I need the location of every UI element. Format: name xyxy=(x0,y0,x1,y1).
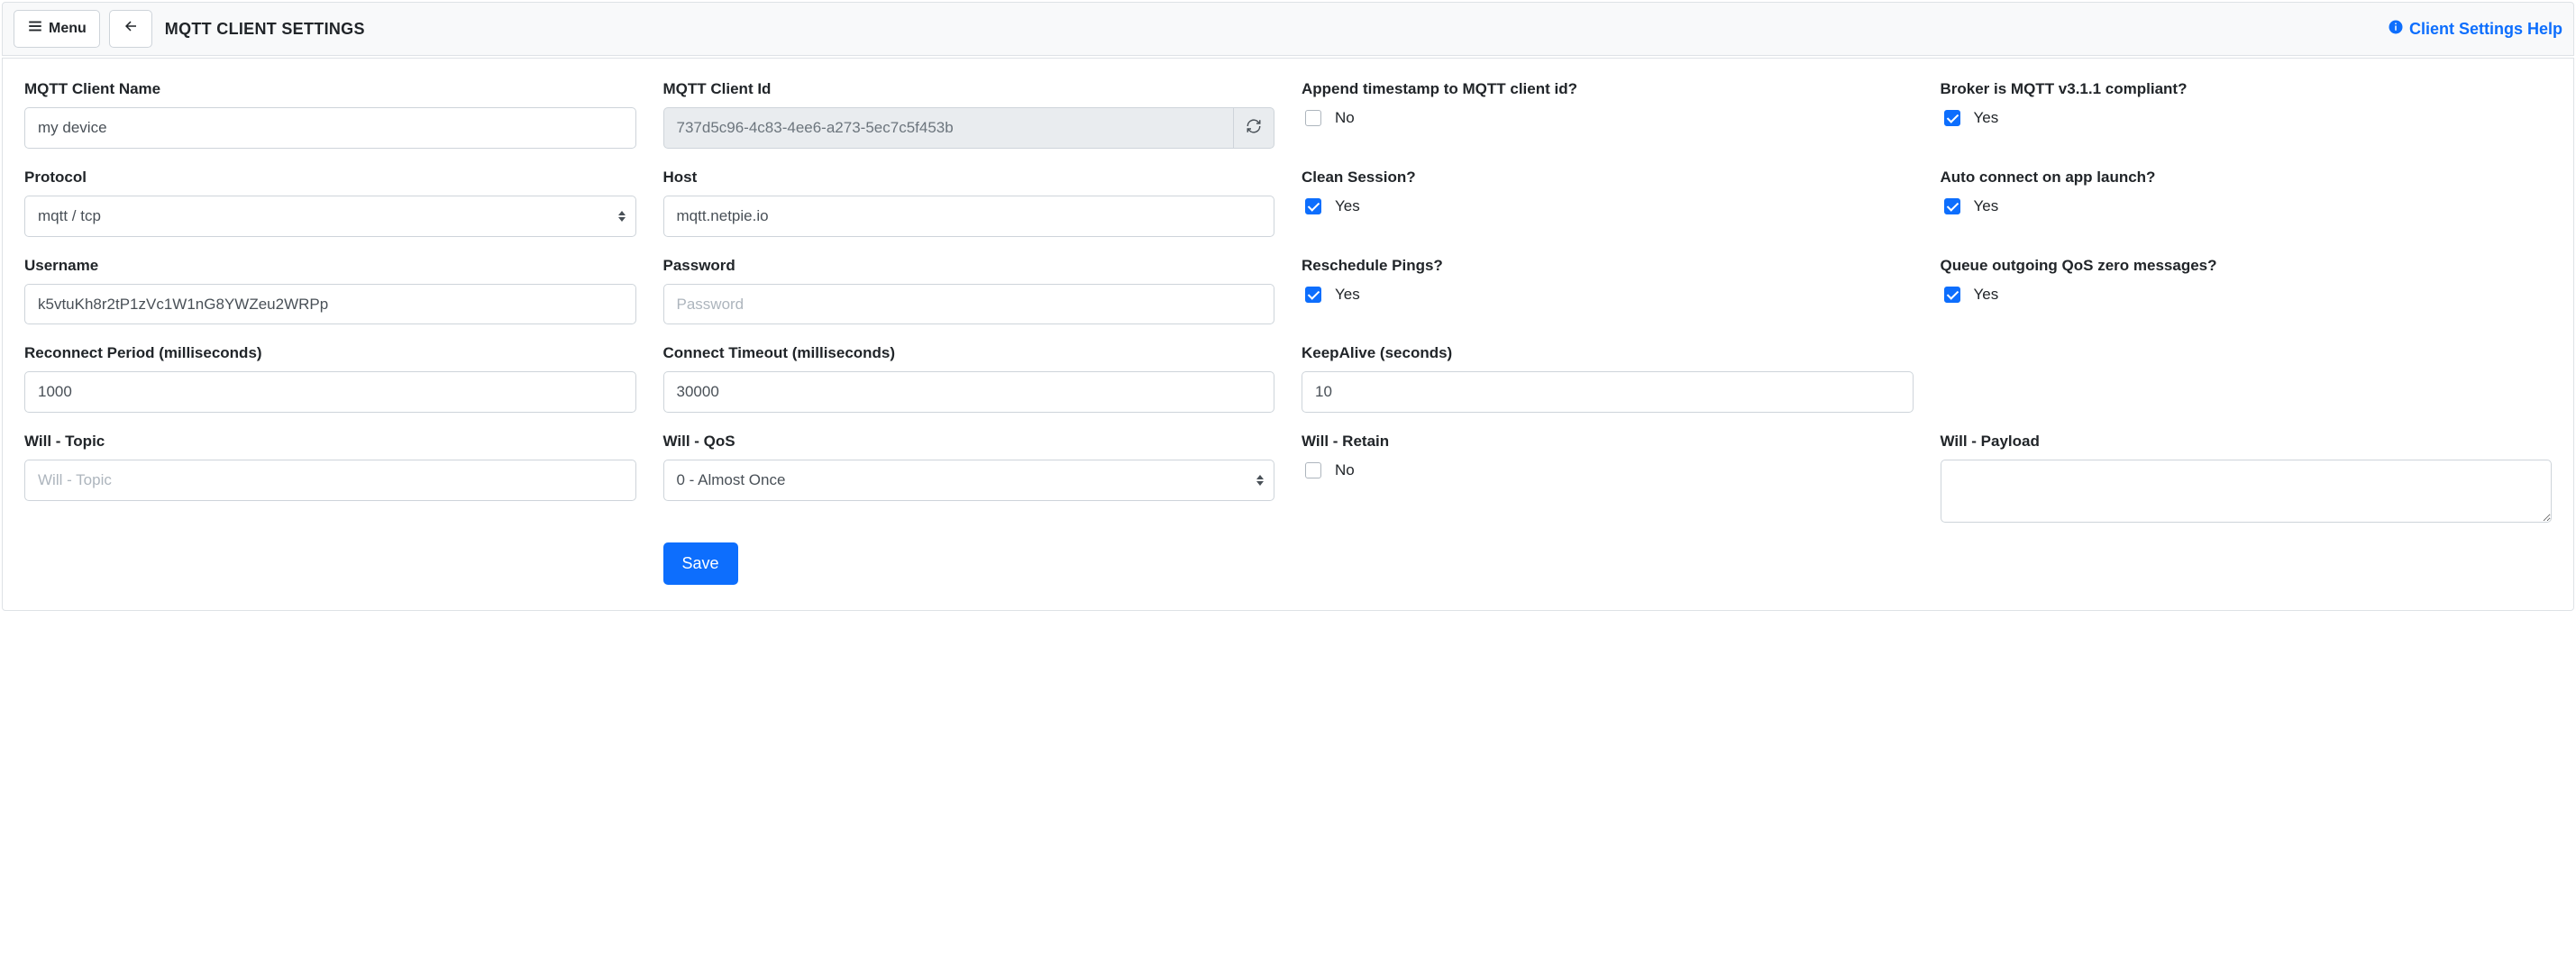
label-will-qos: Will - QoS xyxy=(663,433,1275,451)
client-name-input[interactable] xyxy=(24,107,636,149)
label-client-name: MQTT Client Name xyxy=(24,80,636,98)
label-will-retain: Will - Retain xyxy=(1302,433,1914,451)
label-client-id: MQTT Client Id xyxy=(663,80,1275,98)
connect-timeout-input[interactable] xyxy=(663,371,1275,413)
will-payload-textarea[interactable] xyxy=(1941,460,2553,523)
broker-v311-value: Yes xyxy=(1974,109,1999,127)
append-ts-checkbox[interactable] xyxy=(1305,110,1321,126)
append-ts-value: No xyxy=(1335,109,1355,127)
label-reconnect-period: Reconnect Period (milliseconds) xyxy=(24,344,636,362)
will-topic-input[interactable] xyxy=(24,460,636,501)
auto-connect-checkbox[interactable] xyxy=(1944,198,1960,214)
label-keepalive: KeepAlive (seconds) xyxy=(1302,344,1914,362)
help-link-label: Client Settings Help xyxy=(2409,20,2562,39)
clean-session-value: Yes xyxy=(1335,197,1360,215)
label-will-topic: Will - Topic xyxy=(24,433,636,451)
will-retain-checkbox[interactable] xyxy=(1305,462,1321,478)
will-qos-select[interactable]: 0 - Almost Once xyxy=(663,460,1275,501)
label-password: Password xyxy=(663,257,1275,275)
protocol-select[interactable]: mqtt / tcp xyxy=(24,196,636,237)
hamburger-icon xyxy=(27,18,43,40)
label-queue-qos0: Queue outgoing QoS zero messages? xyxy=(1941,257,2553,275)
client-id-input[interactable] xyxy=(663,107,1234,149)
label-broker-v311: Broker is MQTT v3.1.1 compliant? xyxy=(1941,80,2553,98)
will-retain-value: No xyxy=(1335,461,1355,479)
label-protocol: Protocol xyxy=(24,169,636,187)
label-will-payload: Will - Payload xyxy=(1941,433,2553,451)
password-input[interactable] xyxy=(663,284,1275,325)
menu-button[interactable]: Menu xyxy=(14,10,100,48)
reconnect-period-input[interactable] xyxy=(24,371,636,413)
label-username: Username xyxy=(24,257,636,275)
menu-button-label: Menu xyxy=(49,20,87,38)
auto-connect-value: Yes xyxy=(1974,197,1999,215)
refresh-icon xyxy=(1246,118,1262,137)
settings-panel: MQTT Client Name MQTT Client Id App xyxy=(2,58,2574,611)
save-button[interactable]: Save xyxy=(663,542,738,585)
info-circle-icon xyxy=(2388,19,2404,40)
keepalive-input[interactable] xyxy=(1302,371,1914,413)
queue-qos0-checkbox[interactable] xyxy=(1944,287,1960,303)
label-connect-timeout: Connect Timeout (milliseconds) xyxy=(663,344,1275,362)
arrow-left-icon xyxy=(123,18,139,40)
page-title: MQTT CLIENT SETTINGS xyxy=(165,20,365,39)
label-clean-session: Clean Session? xyxy=(1302,169,1914,187)
queue-qos0-value: Yes xyxy=(1974,286,1999,304)
clean-session-checkbox[interactable] xyxy=(1305,198,1321,214)
regenerate-client-id-button[interactable] xyxy=(1233,107,1274,149)
label-auto-connect: Auto connect on app launch? xyxy=(1941,169,2553,187)
help-link[interactable]: Client Settings Help xyxy=(2388,19,2562,40)
label-host: Host xyxy=(663,169,1275,187)
host-input[interactable] xyxy=(663,196,1275,237)
reschedule-pings-checkbox[interactable] xyxy=(1305,287,1321,303)
back-button[interactable] xyxy=(109,10,152,48)
username-input[interactable] xyxy=(24,284,636,325)
label-append-ts: Append timestamp to MQTT client id? xyxy=(1302,80,1914,98)
reschedule-pings-value: Yes xyxy=(1335,286,1360,304)
topbar: Menu MQTT CLIENT SETTINGS Client Setting… xyxy=(2,2,2574,56)
broker-v311-checkbox[interactable] xyxy=(1944,110,1960,126)
label-reschedule-pings: Reschedule Pings? xyxy=(1302,257,1914,275)
